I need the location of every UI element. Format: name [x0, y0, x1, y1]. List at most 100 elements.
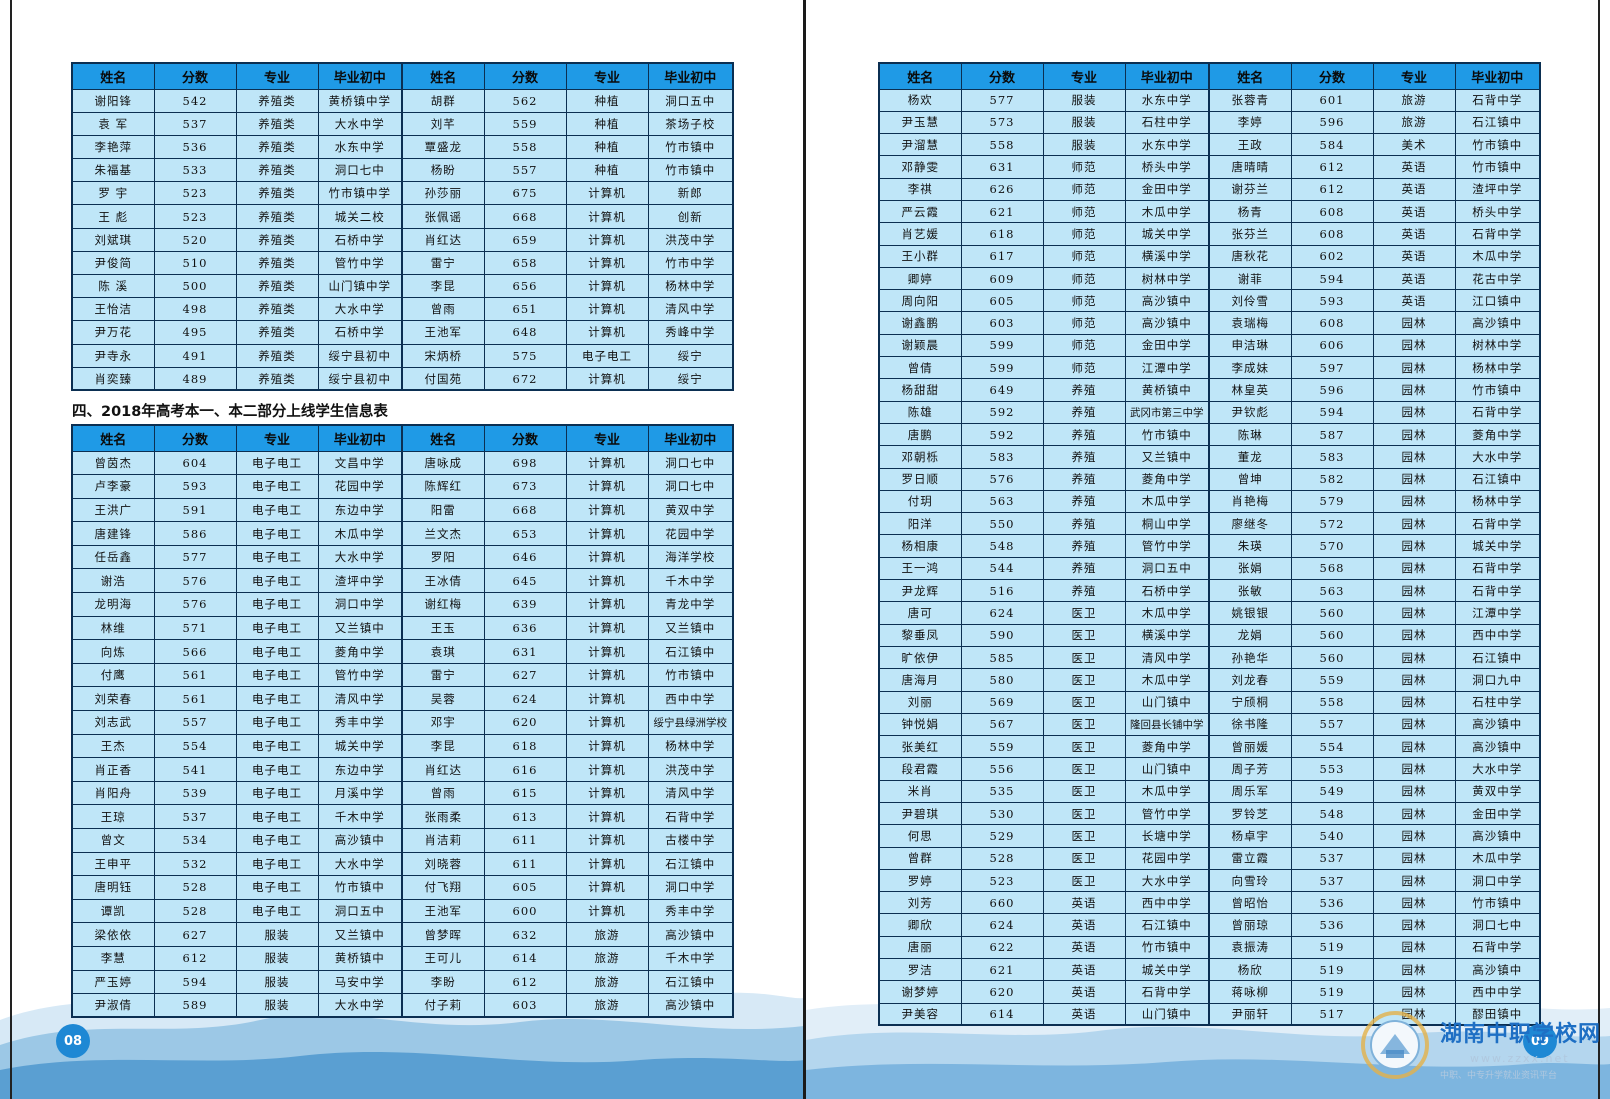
cell-score: 614 [960, 1002, 1044, 1026]
cell-middle-school: 花园中学 [317, 474, 403, 499]
cell-middle-school: 东边中学 [317, 757, 403, 782]
cell-score-2: 594 [1290, 400, 1374, 424]
header-score-2: 分数 [1290, 62, 1374, 90]
cell-major-2: 计算机 [565, 851, 649, 877]
cell-major: 医卫 [1042, 757, 1126, 781]
cell-name-2: 兰文杰 [401, 521, 485, 546]
cell-major: 养殖类 [235, 227, 319, 252]
header-middle-school: 毕业初中 [1124, 62, 1210, 90]
cell-middle-school-2: 竹市镇中 [647, 158, 734, 183]
cell-name: 袁 军 [71, 111, 155, 136]
cell-score-2: 658 [483, 250, 567, 276]
cell-middle-school: 清风中学 [1124, 645, 1210, 670]
cell-name: 邓朝栎 [878, 445, 962, 469]
cell-middle-school-2: 石背中学 [1454, 222, 1541, 246]
cell-score: 603 [960, 311, 1044, 335]
cell-middle-school-2: 高沙镇中 [1454, 958, 1541, 982]
table-row: 罗日顺 576 养殖 菱角中学 曾坤 582 园林 石江镇中 [878, 467, 1541, 491]
cell-major: 服装 [235, 945, 319, 971]
table-row: 旷依伊 585 医卫 清风中学 孙艳华 560 园林 石江镇中 [878, 645, 1541, 670]
cell-score-2: 537 [1290, 846, 1374, 870]
cell-name: 尹万花 [71, 320, 155, 345]
cell-score: 566 [153, 639, 237, 664]
cell-middle-school-2: 洪茂中学 [647, 227, 734, 252]
cell-middle-school: 木瓜中学 [1124, 489, 1210, 514]
cell-middle-school-2: 竹市镇中 [647, 662, 734, 688]
cell-score-2: 519 [1290, 935, 1374, 960]
cell-score: 537 [153, 111, 237, 136]
cell-score-2: 616 [483, 757, 567, 782]
cell-major: 养殖类 [235, 158, 319, 183]
cell-middle-school-2: 千木中学 [647, 568, 734, 594]
table-row: 卢李豪 593 电子电工 花园中学 陈辉红 673 计算机 洞口七中 [71, 474, 734, 499]
cell-major: 电子电工 [235, 662, 319, 688]
cell-middle-school: 江潭中学 [1124, 356, 1210, 380]
cell-middle-school-2: 古楼中学 [647, 828, 734, 853]
cell-major-2: 种植 [565, 111, 649, 136]
cell-name-2: 张娟 [1208, 556, 1292, 581]
cell-score-2: 672 [483, 366, 567, 391]
cell-major: 师范 [1042, 244, 1126, 268]
cell-name: 旷依伊 [878, 645, 962, 670]
cell-middle-school-2: 石背中学 [1454, 935, 1541, 960]
table-row: 任岳鑫 577 电子电工 大水中学 罗阳 646 计算机 海洋学校 [71, 544, 734, 570]
cell-middle-school: 绥宁县初中 [317, 366, 403, 391]
cell-middle-school-2: 树林中学 [1454, 333, 1541, 358]
cell-name: 唐丽 [878, 935, 962, 960]
cell-name: 阳洋 [878, 512, 962, 536]
cell-name: 尹溜慧 [878, 133, 962, 157]
cell-score-2: 615 [483, 780, 567, 806]
cell-name-2: 刘晓蓉 [401, 851, 485, 877]
cell-score-2: 536 [1290, 913, 1374, 937]
cell-middle-school-2: 金田中学 [1454, 801, 1541, 826]
cell-score: 594 [153, 969, 237, 995]
cell-middle-school: 洞口五中 [317, 898, 403, 924]
cell-middle-school: 城关中学 [1124, 958, 1210, 982]
cell-score-2: 639 [483, 592, 567, 617]
cell-middle-school-2: 江口镇中 [1454, 289, 1541, 313]
cell-score-2: 631 [483, 639, 567, 664]
cell-major-2: 园林 [1372, 512, 1456, 536]
cell-name-2: 唐咏成 [401, 450, 485, 476]
cell-score-2: 540 [1290, 824, 1374, 848]
table-row: 王 彪 523 养殖类 城关二校 张佩谣 668 计算机 创新 [71, 204, 734, 229]
cell-middle-school: 树林中学 [1124, 266, 1210, 291]
cell-score-2: 548 [1290, 801, 1374, 826]
cell-name-2: 吴蓉 [401, 686, 485, 712]
cell-major-2: 园林 [1372, 601, 1456, 625]
cell-name: 唐可 [878, 601, 962, 625]
cell-score: 532 [153, 851, 237, 877]
table-row: 王怡洁 498 养殖类 大水中学 曾雨 651 计算机 清风中学 [71, 297, 734, 322]
cell-major-2: 计算机 [565, 181, 649, 206]
cell-middle-school: 黄桥镇中 [317, 945, 403, 971]
cell-major-2: 计算机 [565, 780, 649, 806]
cell-name-2: 王玉 [401, 615, 485, 641]
cell-major-2: 园林 [1372, 445, 1456, 469]
cell-major-2: 园林 [1372, 645, 1456, 670]
cell-middle-school-2: 石背中学 [1454, 579, 1541, 603]
cell-major: 服装 [235, 993, 319, 1018]
table-row: 刘志武 557 电子电工 秀丰中学 邓宇 620 计算机 绥宁县绿洲学校 [71, 710, 734, 735]
cell-middle-school: 黄桥镇中学 [317, 88, 403, 113]
cell-name: 米肖 [878, 779, 962, 804]
cell-name: 肖艺媛 [878, 222, 962, 246]
cell-middle-school-2: 新郎 [647, 181, 734, 206]
cell-major-2: 计算机 [565, 273, 649, 299]
cell-major: 电子电工 [235, 474, 319, 499]
cell-major-2: 园林 [1372, 846, 1456, 870]
cell-major-2: 旅游 [565, 945, 649, 971]
cell-middle-school-2: 大水中学 [1454, 445, 1541, 469]
table-row: 李艳萍 536 养殖类 水东中学 覃盛龙 558 种植 竹市镇中 [71, 134, 734, 160]
cell-middle-school: 大水中学 [1124, 868, 1210, 893]
cell-name: 向炼 [71, 639, 155, 664]
cell-name-2: 张蓉青 [1208, 88, 1292, 112]
cell-major-2: 园林 [1372, 779, 1456, 804]
cell-name-2: 曾丽媛 [1208, 735, 1292, 759]
cell-middle-school: 黄桥镇中 [1124, 378, 1210, 402]
cell-score: 544 [960, 556, 1044, 581]
table-row: 谢鑫鹏 603 师范 高沙镇中 袁瑞梅 608 园林 高沙镇中 [878, 311, 1541, 335]
cell-middle-school: 又兰镇中 [1124, 445, 1210, 469]
cell-major-2: 英语 [1372, 244, 1456, 268]
cell-name-2: 袁琪 [401, 639, 485, 664]
table-row: 谢阳锋 542 养殖类 黄桥镇中学 胡群 562 种植 洞口五中 [71, 88, 734, 113]
